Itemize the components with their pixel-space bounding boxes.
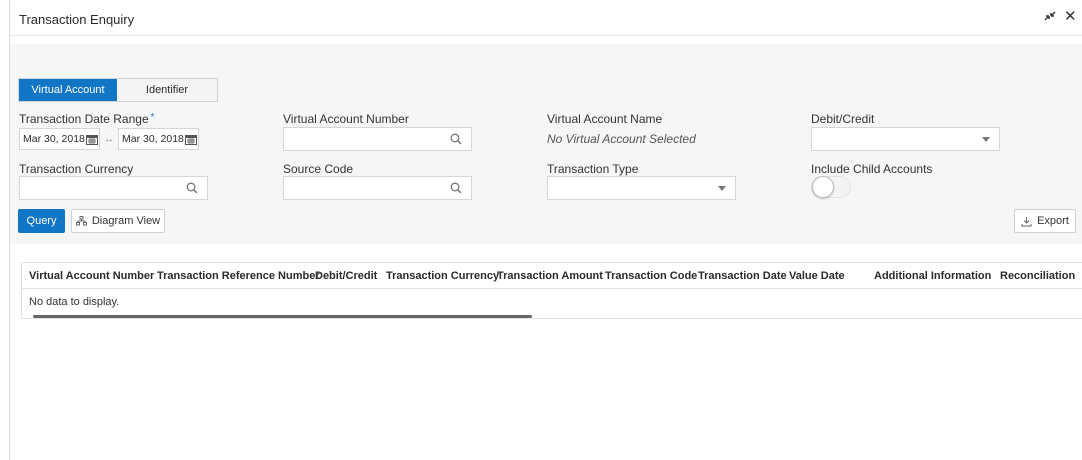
- col-header-txn-code[interactable]: Transaction Code: [605, 263, 697, 289]
- col-header-debit-credit[interactable]: Debit/Credit: [315, 263, 377, 289]
- hierarchy-icon: [75, 216, 87, 226]
- title-bar: Transaction Enquiry ✕: [10, 0, 1082, 36]
- col-header-value-date[interactable]: Value Date: [789, 263, 845, 289]
- date-separator-icon: ↔: [104, 133, 114, 145]
- toggle-knob: [812, 176, 834, 198]
- search-icon[interactable]: [450, 182, 462, 197]
- diagram-view-button[interactable]: Diagram View: [71, 209, 165, 233]
- include-child-label: Include Child Accounts: [811, 162, 933, 176]
- chevron-down-icon: [718, 186, 726, 191]
- source-code-label: Source Code: [283, 162, 354, 176]
- source-code-input[interactable]: [283, 176, 472, 200]
- search-icon[interactable]: [186, 182, 198, 197]
- tab-virtual-account[interactable]: Virtual Account: [19, 79, 117, 101]
- required-mark: *: [150, 112, 155, 123]
- close-icon[interactable]: ✕: [1064, 9, 1077, 24]
- va-name-label: Virtual Account Name: [547, 112, 663, 126]
- date-range-label: Transaction Date Range *: [19, 112, 155, 126]
- horizontal-scrollbar[interactable]: [33, 315, 532, 318]
- page-title: Transaction Enquiry: [19, 12, 135, 27]
- calendar-icon[interactable]: [185, 134, 197, 145]
- account-type-toggle: Virtual Account Identifier: [18, 78, 218, 102]
- txn-type-label: Transaction Type: [547, 162, 639, 176]
- currency-label: Transaction Currency: [19, 162, 134, 176]
- col-header-currency[interactable]: Transaction Currency: [386, 263, 499, 289]
- col-header-txn-ref[interactable]: Transaction Reference Number: [157, 263, 320, 289]
- currency-input[interactable]: [19, 176, 208, 200]
- col-header-amount[interactable]: Transaction Amount: [497, 263, 603, 289]
- col-header-va-number[interactable]: Virtual Account Number: [29, 263, 154, 289]
- include-child-toggle[interactable]: [811, 176, 851, 198]
- search-icon[interactable]: [450, 133, 462, 148]
- minimize-icon[interactable]: [1043, 10, 1057, 26]
- col-header-reconciliation[interactable]: Reconciliation: [1000, 263, 1075, 289]
- va-number-label: Virtual Account Number: [283, 112, 409, 126]
- debit-credit-select[interactable]: [811, 127, 1000, 151]
- export-label: Export: [1037, 215, 1069, 227]
- date-range-label-text: Transaction Date Range: [19, 112, 149, 126]
- txn-type-select[interactable]: [547, 176, 736, 200]
- chevron-down-icon: [982, 137, 990, 142]
- date-from-value: Mar 30, 2018: [23, 133, 85, 145]
- results-table: Virtual Account Number Transaction Refer…: [21, 262, 1082, 319]
- va-number-input[interactable]: [283, 127, 472, 151]
- debit-credit-label: Debit/Credit: [811, 112, 875, 126]
- calendar-icon[interactable]: [86, 134, 98, 145]
- table-header: Virtual Account Number Transaction Refer…: [22, 263, 1082, 289]
- search-criteria-panel: Virtual Account Identifier Transaction D…: [10, 44, 1082, 244]
- date-to-value: Mar 30, 2018: [122, 133, 184, 145]
- transaction-enquiry-window: Transaction Enquiry ✕ Virtual Account Id…: [9, 0, 1082, 460]
- empty-table-message: No data to display.: [29, 296, 120, 308]
- export-button[interactable]: Export: [1014, 209, 1076, 233]
- col-header-txn-date[interactable]: Transaction Date: [698, 263, 787, 289]
- download-icon: [1021, 216, 1032, 227]
- va-name-value: No Virtual Account Selected: [547, 132, 696, 146]
- col-header-additional-info[interactable]: Additional Information: [874, 263, 991, 289]
- tab-identifier[interactable]: Identifier: [117, 79, 217, 101]
- date-range-picker: Mar 30, 2018 ↔ Mar 30, 2018: [19, 127, 199, 151]
- query-button[interactable]: Query: [18, 209, 65, 233]
- diagram-view-label: Diagram View: [91, 215, 161, 227]
